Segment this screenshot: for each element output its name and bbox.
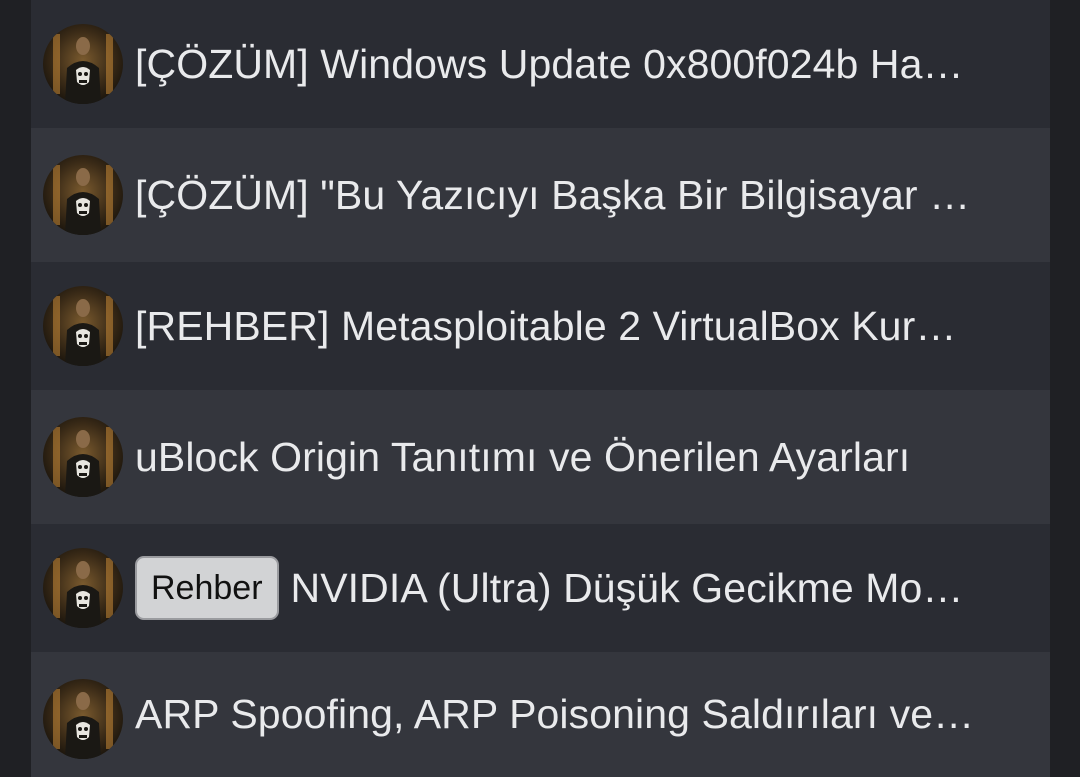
user-avatar[interactable]	[43, 24, 123, 104]
thread-row[interactable]: [ÇÖZÜM] "Bu Yazıcıyı Başka Bir Bilgisaya…	[31, 128, 1050, 262]
punisher-avatar-icon	[43, 286, 123, 366]
thread-row[interactable]: [ÇÖZÜM] Windows Update 0x800f024b Ha…	[31, 0, 1050, 128]
thread-title-wrap: Rehber NVIDIA (Ultra) Düşük Gecikme Mo…	[135, 524, 1028, 652]
thread-row[interactable]: [REHBER] Metasploitable 2 VirtualBox Kur…	[31, 262, 1050, 390]
thread-title-wrap: [REHBER] Metasploitable 2 VirtualBox Kur…	[135, 262, 1028, 390]
thread-title[interactable]: ARP Spoofing, ARP Poisoning Saldırıları …	[135, 691, 1028, 738]
punisher-avatar-icon	[43, 417, 123, 497]
thread-prefix-badge[interactable]: Rehber	[135, 556, 279, 620]
user-avatar[interactable]	[43, 286, 123, 366]
thread-row[interactable]: Rehber NVIDIA (Ultra) Düşük Gecikme Mo…	[31, 524, 1050, 652]
punisher-avatar-icon	[43, 24, 123, 104]
thread-row[interactable]: ARP Spoofing, ARP Poisoning Saldırıları …	[31, 652, 1050, 777]
thread-title[interactable]: NVIDIA (Ultra) Düşük Gecikme Mo…	[291, 565, 1028, 612]
thread-title[interactable]: [REHBER] Metasploitable 2 VirtualBox Kur…	[135, 303, 1028, 350]
user-avatar[interactable]	[43, 548, 123, 628]
thread-row[interactable]: uBlock Origin Tanıtımı ve Önerilen Ayarl…	[31, 390, 1050, 524]
user-avatar[interactable]	[43, 155, 123, 235]
punisher-avatar-icon	[43, 679, 123, 759]
punisher-avatar-icon	[43, 548, 123, 628]
thread-list: [ÇÖZÜM] Windows Update 0x800f024b Ha… [Ç…	[31, 0, 1050, 777]
thread-title-wrap: uBlock Origin Tanıtımı ve Önerilen Ayarl…	[135, 390, 1028, 524]
thread-title-wrap: [ÇÖZÜM] Windows Update 0x800f024b Ha…	[135, 0, 1028, 128]
thread-title[interactable]: [ÇÖZÜM] Windows Update 0x800f024b Ha…	[135, 41, 1028, 88]
thread-title-wrap: ARP Spoofing, ARP Poisoning Saldırıları …	[135, 652, 1028, 777]
thread-title-wrap: [ÇÖZÜM] "Bu Yazıcıyı Başka Bir Bilgisaya…	[135, 128, 1028, 262]
punisher-avatar-icon	[43, 155, 123, 235]
user-avatar[interactable]	[43, 417, 123, 497]
user-avatar[interactable]	[43, 679, 123, 759]
thread-title[interactable]: uBlock Origin Tanıtımı ve Önerilen Ayarl…	[135, 434, 1028, 481]
thread-title[interactable]: [ÇÖZÜM] "Bu Yazıcıyı Başka Bir Bilgisaya…	[135, 172, 1028, 219]
